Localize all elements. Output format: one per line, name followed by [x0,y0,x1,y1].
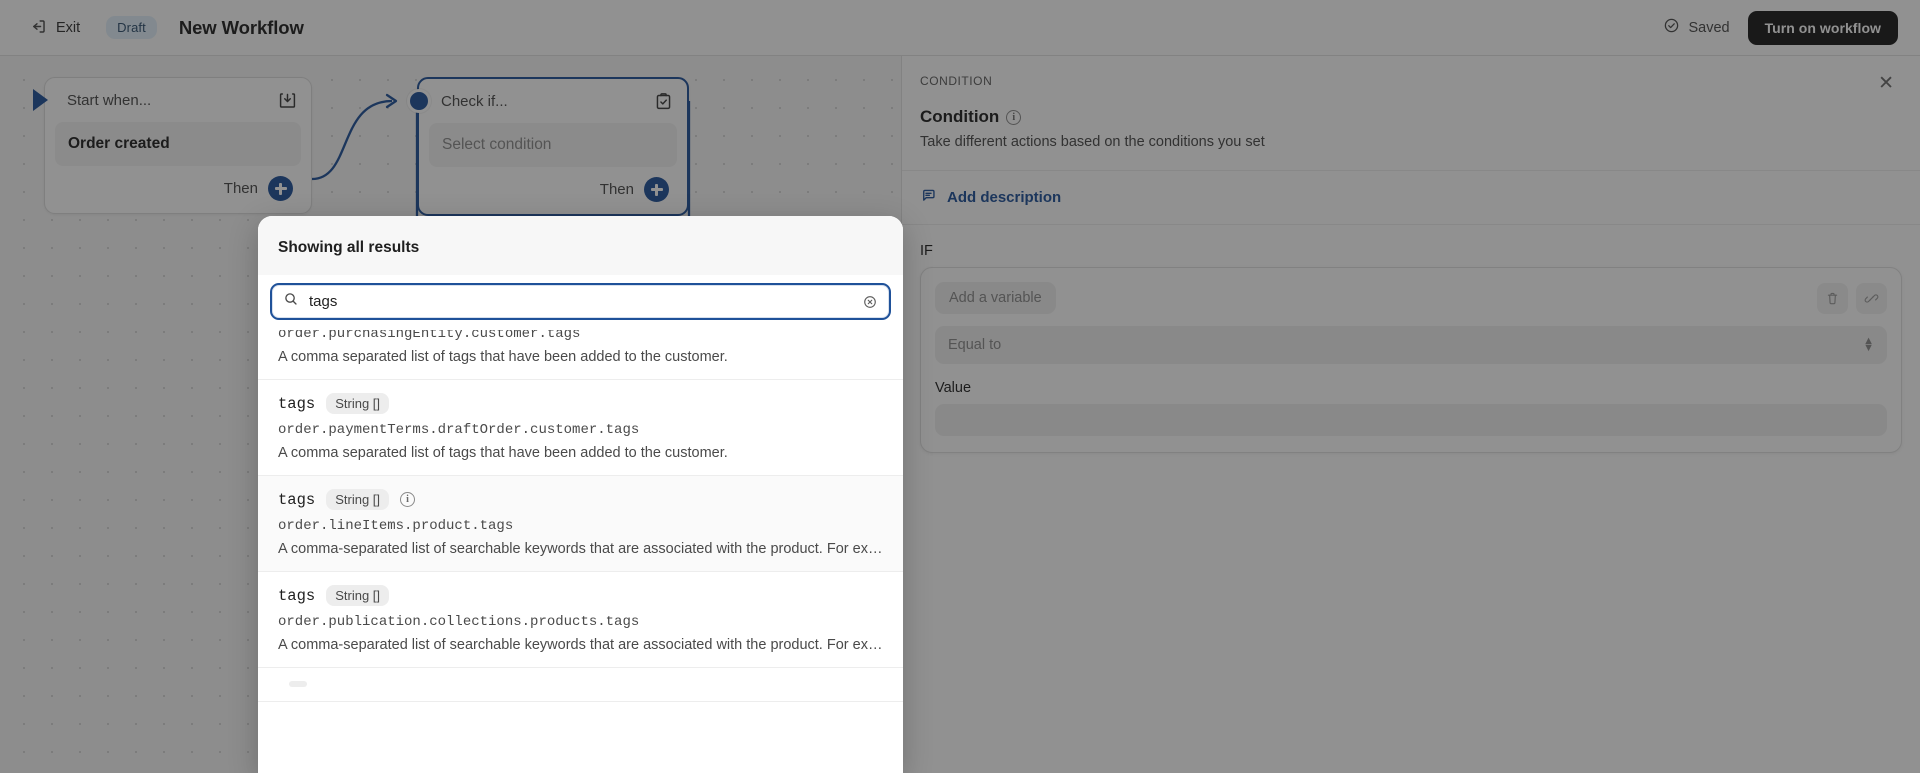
result-description: A comma-separated list of searchable key… [278,637,883,653]
result-header: tags String [] i [278,489,883,510]
clear-circle-icon[interactable] [862,294,878,310]
result-name: tags [278,586,316,605]
result-description: A comma separated list of tags that have… [278,349,728,365]
list-item[interactable]: order.purchasingEntity.customer.tags A c… [258,330,903,380]
result-path: order.paymentTerms.draftOrder.customer.t… [278,422,640,438]
result-description: A comma-separated list of searchable key… [278,541,883,557]
search-input[interactable] [309,293,852,310]
result-type-badge: String [] [326,393,390,414]
result-header: tags String [] [278,585,883,606]
result-name: tags [278,394,316,413]
list-item[interactable]: tags String [] i order.lineItems.product… [258,476,903,572]
search-section [258,275,903,330]
result-type-badge [289,681,307,687]
variable-picker-modal: Showing all results order.purch [258,216,903,773]
result-type-badge: String [] [326,489,390,510]
result-name: tags [278,490,316,509]
result-header: tags String [] [278,393,883,414]
info-icon[interactable]: i [400,492,416,507]
result-header [278,681,883,687]
list-item[interactable]: tags String [] order.publication.collect… [258,572,903,668]
workflow-editor-app: Exit Draft New Workflow Saved Turn on wo… [0,0,1920,773]
result-description: A comma separated list of tags that have… [278,445,728,461]
result-path: order.publication.collections.products.t… [278,614,640,630]
list-item[interactable] [258,668,903,702]
modal-title: Showing all results [258,216,903,275]
result-path: order.purchasingEntity.customer.tags [278,330,581,342]
results-list[interactable]: order.purchasingEntity.customer.tags A c… [258,330,903,773]
result-path: order.lineItems.product.tags [278,518,514,534]
search-icon [283,291,299,312]
result-type-badge: String [] [326,585,390,606]
search-box[interactable] [270,283,891,320]
list-item[interactable]: tags String [] order.paymentTerms.draftO… [258,380,903,476]
